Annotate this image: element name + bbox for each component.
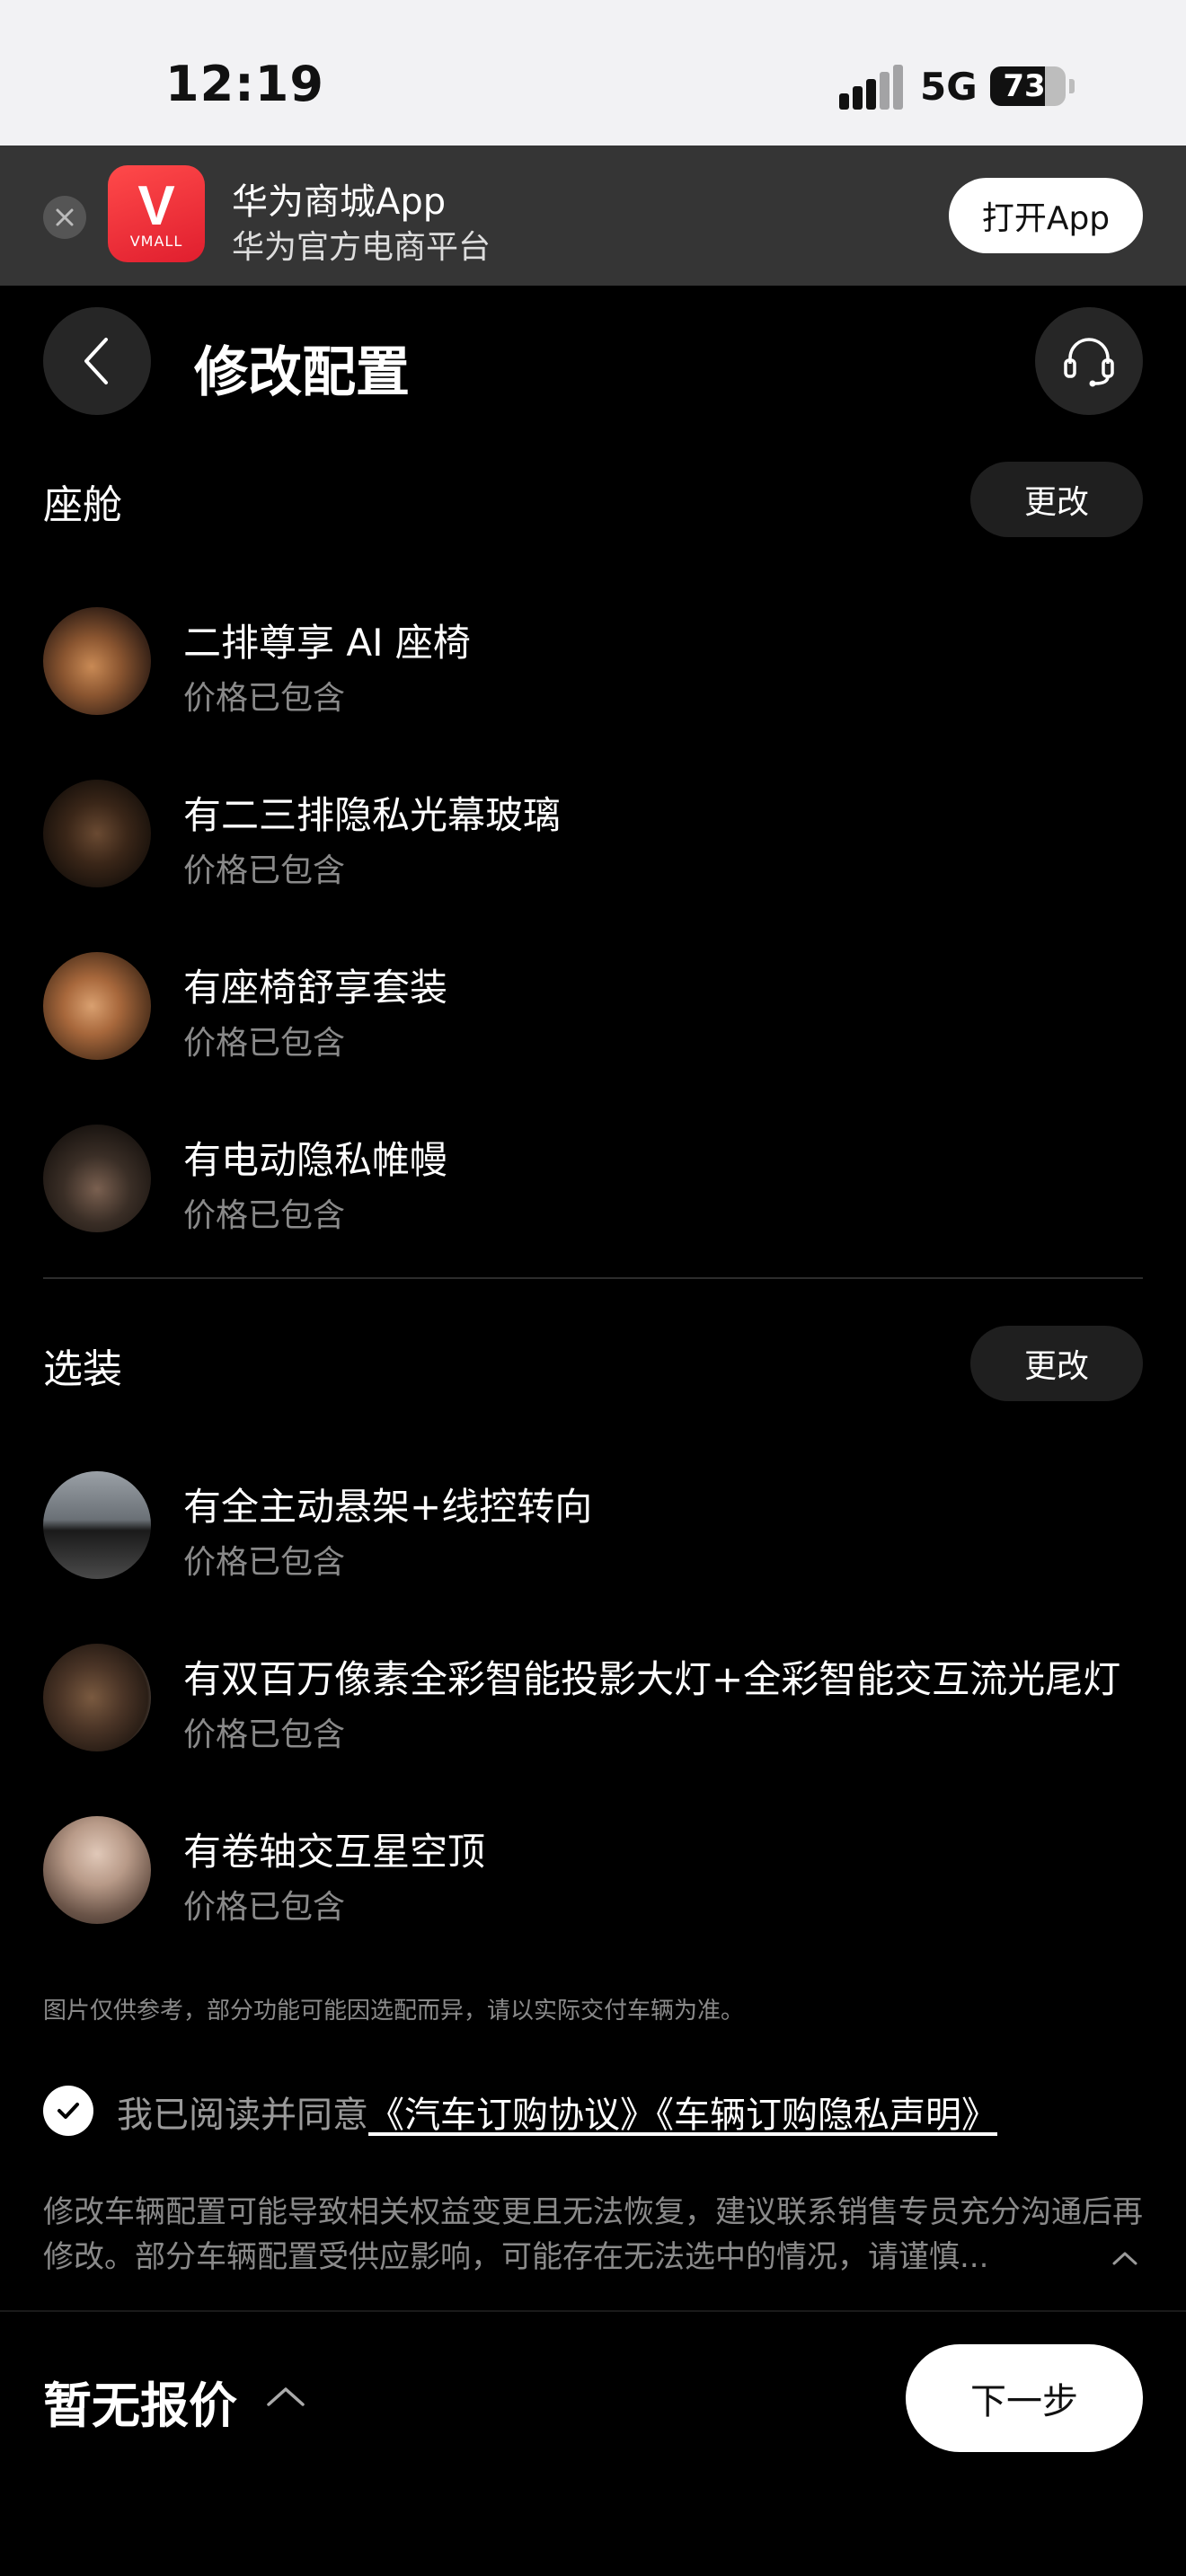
item-name: 有电动隐私帷幔 [183, 1138, 448, 1182]
purchase-agreement-link[interactable]: 《汽车订购协议》 [368, 2095, 656, 2136]
chevron-up-icon [1112, 2252, 1137, 2265]
next-step-button[interactable]: 下一步 [906, 2344, 1143, 2452]
item-name: 有座椅舒享套装 [183, 966, 448, 1010]
vmall-logo: V VMALL [108, 165, 205, 262]
item-name: 二排尊享 AI 座椅 [183, 621, 471, 665]
checkmark-icon [58, 2103, 79, 2119]
list-item: 有电动隐私帷幔 价格已包含 [43, 1125, 1143, 1234]
agreement-checkbox[interactable] [43, 2086, 93, 2136]
notice-fade [979, 2236, 1105, 2281]
app-subtitle: 华为官方电商平台 [232, 229, 491, 266]
network-type: 5G [920, 65, 978, 109]
app-download-banner: V VMALL 华为商城App 华为官方电商平台 打开App [0, 146, 1186, 286]
open-app-button[interactable]: 打开App [949, 178, 1143, 253]
item-status: 价格已包含 [183, 1544, 346, 1581]
privacy-statement-link[interactable]: 《车辆订购隐私声明》 [656, 2095, 997, 2136]
ai-seat-thumbnail [43, 607, 151, 715]
cabin-change-button[interactable]: 更改 [970, 462, 1143, 537]
item-status: 价格已包含 [183, 1889, 346, 1926]
list-item: 有二三排隐私光幕玻璃 价格已包含 [43, 780, 1143, 889]
headset-icon [1064, 338, 1114, 387]
item-status: 价格已包含 [183, 1197, 346, 1234]
list-item: 有双百万像素全彩智能投影大灯+全彩智能交互流光尾灯 价格已包含 [43, 1644, 1143, 1753]
price-label: 暂无报价 [43, 2378, 237, 2434]
battery-cap [1069, 79, 1075, 93]
agreement-text: 我已阅读并同意《汽车订购协议》《车辆订购隐私声明》 [117, 2086, 997, 2138]
list-item: 有卷轴交互星空顶 价格已包含 [43, 1816, 1143, 1926]
chevron-left-icon [84, 338, 108, 384]
bottom-bar-divider [0, 2310, 1186, 2312]
cabin-section-title: 座舱 [43, 482, 122, 528]
close-banner-button[interactable] [43, 196, 86, 239]
item-status: 价格已包含 [183, 1025, 346, 1062]
item-name: 有二三排隐私光幕玻璃 [183, 793, 562, 837]
headlight-thumbnail [43, 1644, 151, 1751]
battery-level: 73 [1003, 68, 1046, 104]
page-title: 修改配置 [194, 341, 410, 404]
vmall-logo-letter: V [137, 175, 175, 237]
chevron-up-icon [267, 2387, 305, 2406]
suspension-thumbnail [43, 1471, 151, 1579]
starry-roof-thumbnail [43, 1816, 151, 1924]
close-icon [56, 208, 74, 226]
list-item: 有座椅舒享套装 价格已包含 [43, 952, 1143, 1062]
cellular-signal-icon [839, 65, 903, 110]
agreement-prefix: 我已阅读并同意 [117, 2095, 368, 2136]
price-detail-toggle[interactable] [261, 2378, 311, 2414]
vmall-logo-text: VMALL [129, 233, 183, 250]
battery-icon: 73 [990, 66, 1066, 106]
item-status: 价格已包含 [183, 1716, 346, 1753]
item-name: 有全主动悬架+线控转向 [183, 1485, 593, 1529]
item-status: 价格已包含 [183, 852, 346, 889]
item-name: 有双百万像素全彩智能投影大灯+全彩智能交互流光尾灯 [183, 1657, 1121, 1701]
customer-service-button[interactable] [1035, 307, 1143, 415]
list-item: 二排尊享 AI 座椅 价格已包含 [43, 607, 1143, 717]
image-disclaimer: 图片仅供参考，部分功能可能因选配而异，请以实际交付车辆为准。 [43, 1998, 745, 2025]
notice-expand-button[interactable] [1105, 2240, 1145, 2276]
modification-notice: 修改车辆配置可能导致相关权益变更且无法恢复，建议联系销售专员充分沟通后再修改。部… [43, 2194, 1143, 2275]
item-name: 有卷轴交互星空顶 [183, 1830, 486, 1874]
list-item: 有全主动悬架+线控转向 价格已包含 [43, 1471, 1143, 1581]
section-divider [43, 1277, 1143, 1279]
back-button[interactable] [43, 307, 151, 415]
privacy-curtain-thumbnail [43, 1125, 151, 1232]
item-status: 价格已包含 [183, 680, 346, 717]
app-name: 华为商城App [232, 181, 447, 223]
options-section-title: 选装 [43, 1346, 122, 1392]
options-change-button[interactable]: 更改 [970, 1326, 1143, 1401]
status-time: 12:19 [165, 56, 324, 112]
status-bar: 12:19 5G 73 [0, 0, 1186, 146]
comfort-seat-thumbnail [43, 952, 151, 1060]
privacy-glass-thumbnail [43, 780, 151, 887]
